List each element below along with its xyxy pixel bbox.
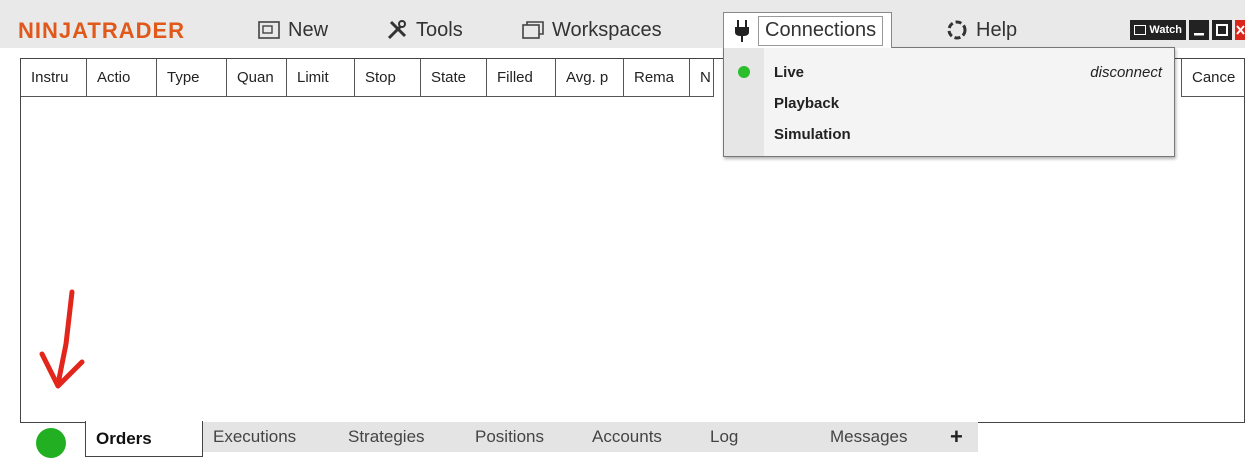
column-header[interactable]: Actio [87, 59, 157, 97]
connection-item-simulation[interactable]: Simulation [764, 119, 1174, 149]
column-header[interactable]: Type [157, 59, 227, 97]
add-tab-button[interactable]: + [940, 422, 978, 452]
grid-header-row: Instru Actio Type Quan Limit Stop State … [21, 59, 714, 97]
app-logo: NINJATRADER [18, 18, 186, 43]
maximize-button[interactable] [1212, 20, 1232, 40]
connection-label: Simulation [774, 125, 851, 143]
menu-new[interactable]: New [258, 16, 328, 44]
connection-label: Playback [774, 94, 840, 112]
connection-label: Live [774, 63, 805, 81]
red-arrow-annotation [39, 289, 85, 389]
tab-accounts[interactable]: Accounts [582, 422, 700, 452]
minimize-button[interactable] [1189, 20, 1209, 40]
main-menu-bar: NINJATRADER New Tools Workspaces Connect… [0, 0, 1245, 48]
column-header[interactable]: State [421, 59, 487, 97]
tab-positions[interactable]: Positions [465, 422, 582, 452]
menu-connections-label: Connections [758, 15, 884, 46]
bottom-tab-strip: Orders Executions Strategies Positions A… [20, 421, 1245, 458]
tools-icon [386, 19, 408, 41]
watch-button[interactable]: Watch [1130, 20, 1186, 40]
column-header[interactable]: Quan [227, 59, 287, 97]
menu-help-label: Help [976, 18, 1018, 41]
menu-help[interactable]: Help [946, 16, 1017, 44]
menu-connections[interactable]: Connections [723, 12, 893, 48]
window-controls: Watch [1130, 20, 1245, 40]
watch-label: Watch [1149, 24, 1182, 36]
window-icon [258, 21, 280, 39]
menu-new-label: New [288, 18, 329, 41]
workspaces-icon [522, 21, 544, 39]
tab-messages[interactable]: Messages [818, 422, 940, 452]
column-header[interactable]: Filled [487, 59, 556, 97]
tab-log[interactable]: Log [700, 422, 818, 452]
column-header[interactable]: Instru [21, 59, 87, 97]
tab-strategies[interactable]: Strategies [338, 422, 465, 452]
screen-icon [1134, 25, 1147, 35]
help-ring-icon [946, 19, 968, 41]
minimize-icon [1194, 33, 1204, 36]
close-button[interactable] [1235, 20, 1245, 40]
connected-status-dot [738, 66, 750, 78]
connection-status-dot[interactable] [36, 428, 66, 458]
menu-workspaces-label: Workspaces [552, 18, 662, 41]
tab-orders[interactable]: Orders [85, 421, 203, 457]
maximize-icon [1216, 24, 1228, 36]
column-header[interactable]: N [690, 59, 714, 97]
dropdown-gutter [724, 48, 764, 156]
connections-dropdown: Live disconnect Playback Simulation [723, 47, 1175, 157]
tab-executions[interactable]: Executions [203, 422, 338, 452]
column-header[interactable]: Limit [287, 59, 355, 97]
menu-tools-label: Tools [416, 18, 463, 41]
close-icon [1236, 25, 1245, 35]
column-header[interactable]: Cance [1181, 59, 1245, 97]
column-header[interactable]: Avg. p [556, 59, 624, 97]
disconnect-link[interactable]: disconnect [1090, 64, 1162, 81]
menu-workspaces[interactable]: Workspaces [522, 16, 662, 44]
menu-tools[interactable]: Tools [386, 16, 463, 44]
column-header[interactable]: Stop [355, 59, 421, 97]
connection-item-playback[interactable]: Playback [764, 88, 1174, 118]
column-header[interactable]: Rema [624, 59, 690, 97]
plug-icon [734, 19, 750, 43]
connection-item-live[interactable]: Live disconnect [764, 57, 1174, 87]
